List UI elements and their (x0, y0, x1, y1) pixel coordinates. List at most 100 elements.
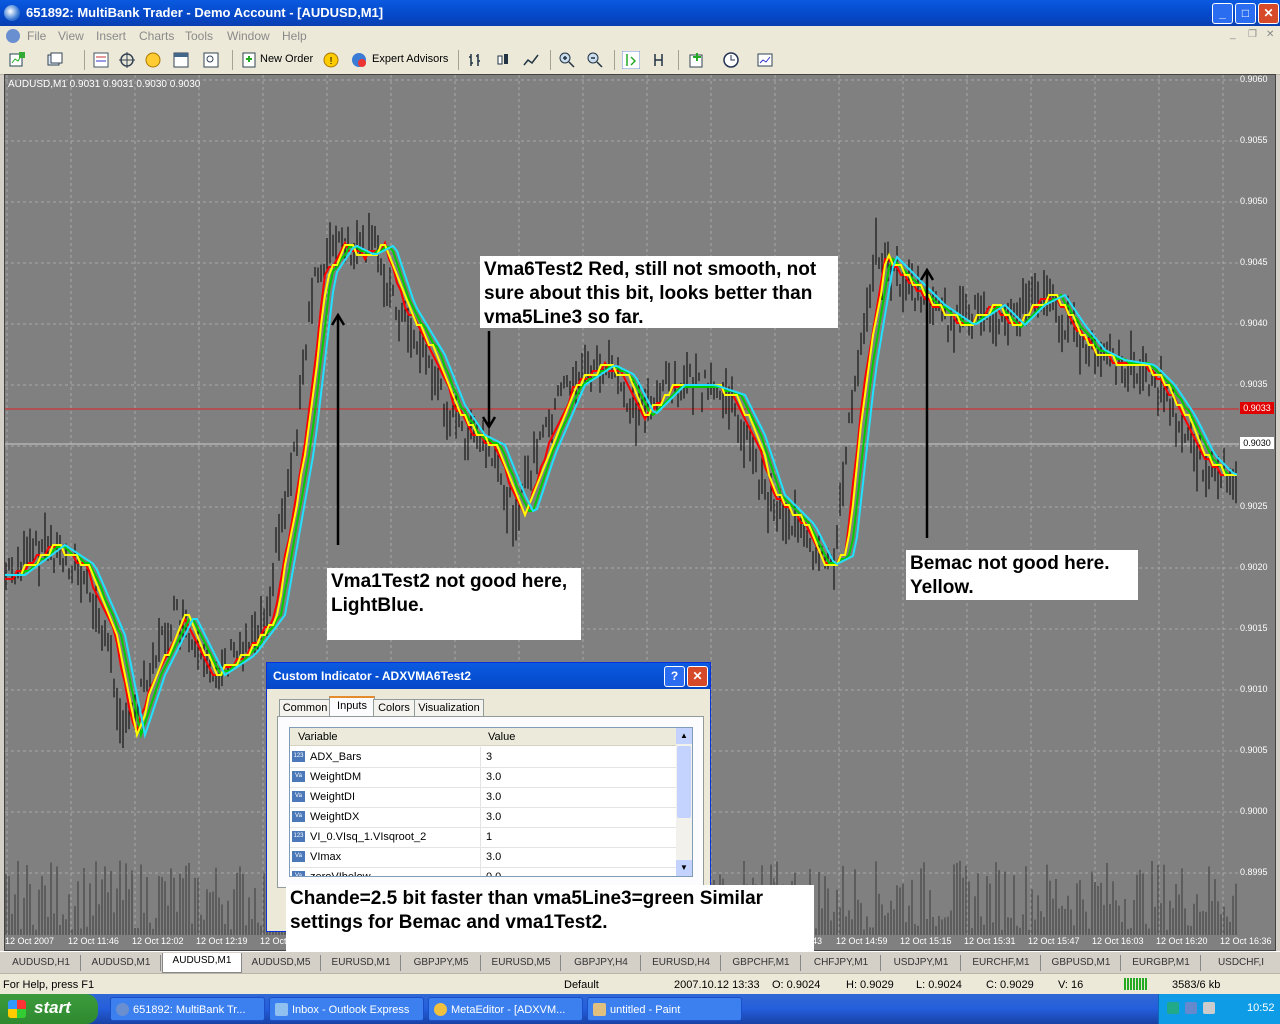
menu-tools[interactable]: Tools (185, 29, 213, 43)
taskbar: start 651892: MultiBank Tr... Inbox - Ou… (0, 994, 1280, 1024)
tab-colors[interactable]: Colors (373, 699, 415, 717)
chart-tab[interactable]: CHFJPY,M1 (802, 955, 881, 971)
terminal-icon[interactable] (172, 51, 190, 69)
scroll-thumb[interactable] (677, 746, 691, 818)
task-metaeditor[interactable]: MetaEditor - [ADXVM... (428, 997, 583, 1021)
input-row[interactable]: Va zeroVIbelow 0.0 (290, 867, 676, 877)
dialog-help-button[interactable]: ? (664, 666, 685, 687)
chart-tab[interactable]: AUDUSD,M1 (162, 953, 242, 973)
chart-tab[interactable]: USDCHF,I (1202, 955, 1280, 971)
menu-file[interactable]: File (27, 29, 46, 43)
input-value[interactable]: 3 (486, 751, 492, 763)
chart-tab[interactable]: EURUSD,M1 (322, 955, 401, 971)
navigator-icon[interactable] (118, 51, 136, 69)
speaker-icon[interactable] (1203, 1002, 1215, 1014)
new-order-icon[interactable] (240, 51, 258, 69)
inputs-grid[interactable]: Variable Value 123 ADX_Bars 3 Va WeightDM 3.0… (289, 727, 693, 877)
monitor-icon[interactable] (1185, 1002, 1197, 1014)
input-row[interactable]: 123 ADX_Bars 3 (290, 747, 676, 768)
chart-tab[interactable]: USDJPY,M1 (882, 955, 961, 971)
profiles-icon[interactable] (46, 51, 64, 69)
input-value[interactable]: 3.0 (486, 771, 501, 783)
chart-tab[interactable]: GBPJPY,H4 (562, 955, 641, 971)
templates-icon[interactable] (756, 51, 774, 69)
clock: 10:52 (1247, 1002, 1275, 1014)
time-tick: 12 Oct 15:31 (964, 936, 1016, 946)
tab-visualization[interactable]: Visualization (414, 699, 484, 717)
chart-tab[interactable]: GBPJPY,M5 (402, 955, 481, 971)
minimize-button[interactable]: _ (1212, 3, 1233, 24)
chart-tab[interactable]: AUDUSD,M5 (242, 955, 321, 971)
input-row[interactable]: Va WeightDM 3.0 (290, 767, 676, 788)
close-button[interactable]: ✕ (1258, 3, 1279, 24)
chart-tab[interactable]: EURCHF,M1 (962, 955, 1041, 971)
chart-tab[interactable]: GBPCHF,M1 (722, 955, 801, 971)
candlestick-icon[interactable] (494, 51, 512, 69)
menu-help[interactable]: Help (282, 29, 307, 43)
input-name: zeroVIbelow (310, 871, 371, 877)
input-row[interactable]: 123 VI_0.VIsq_1.VIsqroot_2 1 (290, 827, 676, 848)
tab-common[interactable]: Common (279, 699, 331, 717)
chart-tab[interactable]: EURUSD,H4 (642, 955, 721, 971)
maximize-button[interactable]: □ (1235, 3, 1256, 24)
input-value[interactable]: 0.0 (486, 871, 501, 876)
input-row[interactable]: Va WeightDX 3.0 (290, 807, 676, 828)
indicators-icon[interactable] (688, 51, 706, 69)
alert-icon[interactable]: ! (322, 51, 340, 69)
time-tick: 12 Oct 12:02 (132, 936, 184, 946)
task-paint[interactable]: untitled - Paint (587, 997, 742, 1021)
doc-restore-icon[interactable]: ❐ (1248, 29, 1257, 40)
input-value[interactable]: 3.0 (486, 811, 501, 823)
menu-charts[interactable]: Charts (139, 29, 174, 43)
dialog-title-bar[interactable]: Custom Indicator - ADXVMA6Test2 ? ✕ (267, 663, 710, 689)
input-name: VI_0.VIsq_1.VIsqroot_2 (310, 831, 427, 843)
chart-tab[interactable]: EURUSD,M5 (482, 955, 561, 971)
input-row[interactable]: Va WeightDI 3.0 (290, 787, 676, 808)
new-order-button[interactable]: New Order (260, 53, 313, 65)
dialog-close-button[interactable]: ✕ (687, 666, 708, 687)
window-title-bar[interactable]: 651892: MultiBank Trader - Demo Account … (0, 0, 1280, 26)
status-profile[interactable]: Default (564, 979, 599, 991)
price-tick: 0.9040 (1240, 318, 1268, 328)
expert-advisors-button[interactable]: Expert Advisors (372, 53, 448, 65)
task-multibank[interactable]: 651892: MultiBank Tr... (110, 997, 265, 1021)
doc-minimize-icon[interactable]: _ (1230, 29, 1236, 40)
input-row[interactable]: Va VImax 3.0 (290, 847, 676, 868)
new-chart-icon[interactable] (8, 51, 26, 69)
zoom-out-icon[interactable] (586, 51, 604, 69)
chart-shift-icon[interactable] (650, 51, 668, 69)
chart-tab[interactable]: EURGBP,M1 (1122, 955, 1201, 971)
bar-chart-icon[interactable] (466, 51, 484, 69)
column-value[interactable]: Value (480, 728, 676, 746)
time-tick: 12 Oct 16:20 (1156, 936, 1208, 946)
scroll-down-icon[interactable]: ▼ (676, 860, 692, 876)
input-value[interactable]: 1 (486, 831, 492, 843)
chart-tab[interactable]: GBPUSD,M1 (1042, 955, 1121, 971)
chart-symbol-label: AUDUSD,M1 0.9031 0.9031 0.9030 0.9030 (8, 79, 201, 90)
start-button[interactable]: start (0, 994, 98, 1024)
chart-tab[interactable]: AUDUSD,M1 (82, 955, 161, 971)
doc-close-icon[interactable]: ✕ (1266, 29, 1274, 40)
input-type-icon: Va (292, 851, 305, 862)
status-low: L: 0.9024 (916, 979, 962, 991)
favorites-icon[interactable] (144, 51, 162, 69)
chart-tab[interactable]: AUDUSD,H1 (2, 955, 81, 971)
periods-clock-icon[interactable] (722, 51, 740, 69)
status-bar: For Help, press F1 Default 2007.10.12 13… (0, 973, 1280, 994)
menu-window[interactable]: Window (227, 29, 270, 43)
column-variable[interactable]: Variable (290, 728, 480, 746)
market-watch-icon[interactable] (92, 51, 110, 69)
input-value[interactable]: 3.0 (486, 791, 501, 803)
scroll-up-icon[interactable]: ▲ (676, 728, 692, 744)
expert-advisors-icon[interactable] (350, 51, 368, 69)
task-outlook[interactable]: Inbox - Outlook Express (269, 997, 424, 1021)
tester-icon[interactable] (202, 51, 220, 69)
auto-scroll-icon[interactable] (622, 51, 640, 69)
menu-insert[interactable]: Insert (96, 29, 126, 43)
zoom-in-icon[interactable] (558, 51, 576, 69)
input-value[interactable]: 3.0 (486, 851, 501, 863)
menu-view[interactable]: View (58, 29, 84, 43)
grid-scrollbar[interactable]: ▲ ▼ (676, 728, 692, 876)
line-chart-icon[interactable] (522, 51, 540, 69)
network-icon[interactable] (1167, 1002, 1179, 1014)
